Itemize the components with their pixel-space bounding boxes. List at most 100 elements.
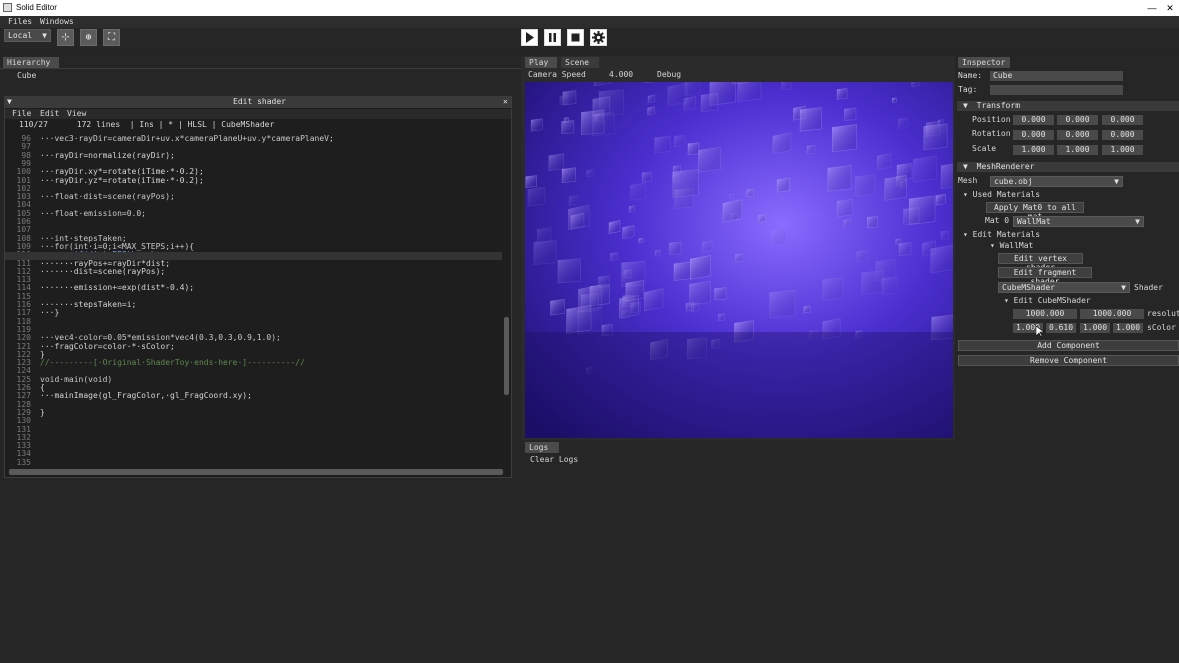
settings-button[interactable] — [590, 29, 607, 46]
editor-menu-edit[interactable]: Edit — [40, 109, 59, 118]
tab-play[interactable]: Play — [525, 57, 557, 68]
toolbar: Local ▼ ⊹ ⊕ ⛶ — [0, 28, 1179, 50]
code-line[interactable]: ·······emission+=exp(dist*-0.4); — [40, 283, 194, 292]
minimize-button[interactable]: — — [1145, 1, 1159, 15]
space-mode-value: Local — [8, 31, 33, 40]
position-label: Position — [972, 115, 1011, 124]
vertical-scrollbar[interactable] — [503, 131, 510, 469]
add-component-button[interactable]: Add Component — [958, 340, 1179, 351]
edit-vertex-shader-button[interactable]: Edit vertex shader — [998, 253, 1083, 272]
fractal-cube — [781, 82, 792, 91]
code-line[interactable]: ···mainImage(gl_FragColor,·gl_FragCoord.… — [40, 391, 252, 400]
translate-tool-button[interactable]: ⊹ — [57, 29, 74, 46]
fractal-cube — [591, 111, 615, 137]
space-mode-dropdown[interactable]: Local ▼ — [4, 29, 51, 42]
line-number: 135 — [16, 457, 31, 465]
fractal-cube — [629, 182, 646, 201]
hierarchy-item-cube[interactable]: Cube — [17, 71, 36, 80]
tab-scene[interactable]: Scene — [561, 57, 599, 68]
editor-menu-view[interactable]: View — [67, 109, 86, 118]
fractal-cube — [861, 270, 884, 295]
resolution-y-field[interactable]: 1000.000 — [1080, 309, 1144, 319]
code-line[interactable]: ···fragColor=color·*·sColor; — [40, 342, 175, 351]
scolor-g-field[interactable]: 0.610 — [1046, 323, 1076, 333]
fractal-cube — [568, 204, 590, 231]
fractal-cube — [647, 106, 655, 116]
code-area[interactable]: 96 ···vec3·rayDir=cameraDir+uv.x*cameraPl… — [5, 131, 503, 465]
menu-files[interactable]: Files — [8, 17, 32, 26]
rotation-y-field[interactable]: 0.000 — [1057, 130, 1098, 140]
code-line[interactable]: void·main(void) — [40, 375, 112, 384]
close-window-button[interactable]: ✕ — [1163, 1, 1177, 15]
remove-component-button[interactable]: Remove Component — [958, 355, 1179, 366]
code-line[interactable]: } — [40, 408, 45, 417]
translate-icon: ⊹ — [61, 32, 70, 43]
scolor-b-field[interactable]: 1.000 — [1080, 323, 1110, 333]
scale-z-field[interactable]: 1.000 — [1102, 145, 1143, 155]
render-view[interactable] — [525, 82, 953, 438]
position-y-field[interactable]: 0.000 — [1057, 115, 1098, 125]
menu-windows[interactable]: Windows — [40, 17, 74, 26]
fractal-cube — [714, 287, 727, 301]
edit-cubemshader-node[interactable]: ▾ Edit CubeMShader — [1004, 296, 1091, 305]
horizontal-scrollbar[interactable] — [9, 469, 503, 475]
used-materials-node[interactable]: ▾ Used Materials — [963, 190, 1040, 199]
position-z-field[interactable]: 0.000 — [1102, 115, 1143, 125]
logs-panel: Logs Clear Logs — [521, 440, 955, 663]
tag-input[interactable] — [990, 85, 1123, 95]
tab-inspector[interactable]: Inspector — [958, 57, 1010, 68]
camera-speed-value[interactable]: 4.000 — [609, 70, 633, 79]
play-button[interactable] — [521, 29, 538, 46]
rotate-tool-button[interactable]: ⊕ — [80, 29, 97, 46]
scolor-label: sColor — [1147, 323, 1176, 332]
scale-y-field[interactable]: 1.000 — [1057, 145, 1098, 155]
tab-hierarchy[interactable]: Hierarchy — [3, 57, 59, 68]
code-line[interactable]: ···float·emission=0.0; — [40, 209, 146, 218]
chevron-down-icon: ▼ — [963, 162, 968, 171]
shader-dropdown[interactable]: CubeMShader ▼ — [998, 282, 1130, 293]
tab-logs[interactable]: Logs — [525, 442, 559, 453]
fractal-cube — [836, 88, 848, 100]
code-line[interactable]: ·······dist=scene(rayPos); — [40, 267, 165, 276]
rotation-x-field[interactable]: 0.000 — [1013, 130, 1054, 140]
resolution-label: resolut — [1147, 309, 1179, 318]
edit-fragment-shader-button[interactable]: Edit fragment shader — [998, 267, 1092, 286]
stop-button[interactable] — [567, 29, 584, 46]
code-line[interactable]: ···float·dist=scene(rayPos); — [40, 192, 175, 201]
scolor-a-field[interactable]: 1.000 — [1113, 323, 1143, 333]
position-x-field[interactable]: 0.000 — [1013, 115, 1054, 125]
close-icon[interactable]: ✕ — [503, 97, 508, 107]
rotation-z-field[interactable]: 0.000 — [1102, 130, 1143, 140]
fractal-cube — [568, 194, 579, 206]
mat0-label: Mat 0 — [985, 216, 1010, 225]
clear-logs-button[interactable]: Clear Logs — [530, 455, 578, 464]
resolution-x-field[interactable]: 1000.000 — [1013, 309, 1077, 319]
fractal-cube — [638, 237, 644, 244]
fractal-cube — [776, 177, 790, 193]
fractal-cube — [940, 230, 949, 240]
name-input[interactable]: Cube — [990, 71, 1123, 81]
pause-button[interactable] — [544, 29, 561, 46]
editor-menu-file[interactable]: File — [12, 109, 31, 118]
edit-materials-node[interactable]: ▾ Edit Materials — [963, 230, 1040, 239]
transform-header[interactable]: ▼ Transform — [957, 101, 1179, 111]
apply-mat0-button[interactable]: Apply Mat0 to all mat — [986, 202, 1084, 221]
code-line[interactable]: ···} — [40, 308, 59, 317]
debug-toggle[interactable]: Debug — [657, 70, 681, 79]
code-line[interactable]: //---------[·Original·ShaderToy·ends·her… — [40, 358, 305, 367]
fractal-cube — [935, 193, 946, 206]
chevron-down-icon: ▼ — [1121, 283, 1126, 292]
code-line[interactable]: ···rayDir.yz*=rotate(iTime·*·0.2); — [40, 176, 204, 185]
scale-tool-button[interactable]: ⛶ — [103, 29, 120, 46]
meshrenderer-header[interactable]: ▼ MeshRenderer — [957, 162, 1179, 172]
code-line[interactable]: ···rayDir=normalize(rayDir); — [40, 151, 175, 160]
vertical-scroll-thumb[interactable] — [504, 317, 509, 395]
mesh-dropdown[interactable]: cube.obj ▼ — [990, 176, 1123, 187]
scale-x-field[interactable]: 1.000 — [1013, 145, 1054, 155]
collapse-icon[interactable]: ▼ — [7, 97, 12, 107]
edit-cubemshader-label: Edit CubeMShader — [1013, 296, 1091, 305]
mat0-dropdown[interactable]: WallMat ▼ — [1013, 216, 1144, 227]
wallmat-node[interactable]: ▾ WallMat — [990, 241, 1033, 250]
gear-icon — [592, 31, 605, 44]
code-line[interactable]: ···vec3·rayDir=cameraDir+uv.x*cameraPlan… — [40, 134, 334, 143]
